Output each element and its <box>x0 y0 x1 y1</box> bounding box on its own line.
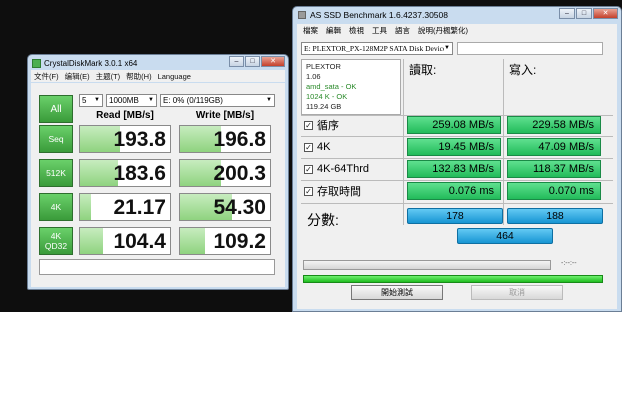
close-button[interactable]: ✕ <box>261 56 285 67</box>
drive-firmware: 1.06 <box>306 72 321 81</box>
size-select[interactable]: 1000MB ▼ <box>106 94 157 107</box>
4k-qd32-button[interactable]: 4K QD32 <box>39 227 73 255</box>
drive-secondary-field[interactable] <box>457 42 603 55</box>
asd-title-text: AS SSD Benchmark 1.6.4237.30508 <box>310 10 448 20</box>
4k64-read-result: 132.83 MB/s <box>407 160 501 178</box>
cdm-title-bar[interactable]: CrystalDiskMark 3.0.1 x64 <box>32 57 212 69</box>
menu-help[interactable]: 帮助(H) <box>126 71 151 82</box>
runs-select[interactable]: 5 ▼ <box>79 94 103 107</box>
column-divider <box>503 59 504 225</box>
4k-write-result: 47.09 MB/s <box>507 138 601 156</box>
asd-menu-bar: 檔案 編輯 檢視 工具 語言 說明(丹楓繁化) <box>297 24 617 37</box>
score-label: 分數: <box>307 212 339 228</box>
close-button[interactable]: ✕ <box>593 8 618 19</box>
asd-title-bar[interactable]: AS SSD Benchmark 1.6.4237.30508 <box>298 10 448 20</box>
test-progress-bar <box>303 260 551 270</box>
elapsed-time: -:--:-- <box>561 260 577 267</box>
chevron-down-icon: ▼ <box>94 97 100 103</box>
cdm-client-area: All 5 ▼ 1000MB ▼ E: 0% (0/119GB) ▼ Read [MB… <box>31 83 285 287</box>
asd-window-controls: – □ ✕ <box>559 8 618 19</box>
drive-info-panel: PLEXTOR 1.06 amd_sata - OK 1024 K - OK 1… <box>301 59 401 115</box>
drive-select[interactable]: E: PLEXTOR_PX-128M2P SATA Disk Device ▼ <box>301 42 453 55</box>
drive-size: 119.24 GB <box>306 102 342 111</box>
chevron-down-icon: ▼ <box>266 97 272 103</box>
seq-read-result: 259.08 MB/s <box>407 116 501 134</box>
all-button[interactable]: All <box>39 95 73 123</box>
score-write: 188 <box>507 208 603 224</box>
test-access-label[interactable]: ✓ 存取時間 <box>301 181 401 201</box>
512k-write-value: 200.3 <box>179 159 271 187</box>
start-button[interactable]: 開始測試 <box>351 285 443 300</box>
512k-read-value: 183.6 <box>79 159 171 187</box>
alignment-status: 1024 K - OK <box>306 92 348 101</box>
desktop-edge <box>622 0 640 312</box>
checkbox-checked-icon[interactable]: ✓ <box>304 186 313 196</box>
seq-write-result: 229.58 MB/s <box>507 116 601 134</box>
access-read-result: 0.076 ms <box>407 182 501 200</box>
cdm-menu-bar: 文件(F) 编辑(E) 主题(T) 帮助(H) Language <box>31 70 285 82</box>
row-divider <box>301 203 613 204</box>
chevron-down-icon: ▼ <box>444 43 450 54</box>
overall-progress-bar <box>303 275 603 283</box>
score-read: 178 <box>407 208 503 224</box>
4k-qd32-read-value: 104.4 <box>79 227 171 255</box>
checkbox-checked-icon[interactable]: ✓ <box>304 142 313 152</box>
menu-language[interactable]: 語言 <box>395 25 410 36</box>
4k-qd32-write-value: 109.2 <box>179 227 271 255</box>
as-ssd-window: AS SSD Benchmark 1.6.4237.30508 – □ ✕ 檔案… <box>292 6 622 312</box>
menu-file[interactable]: 檔案 <box>303 25 318 36</box>
menu-file[interactable]: 文件(F) <box>34 71 59 82</box>
cdm-window-controls: – □ ✕ <box>229 56 285 67</box>
cdm-app-icon <box>32 58 41 68</box>
access-write-result: 0.070 ms <box>507 182 601 200</box>
menu-language[interactable]: Language <box>158 72 191 81</box>
asd-app-icon <box>298 11 306 19</box>
menu-view[interactable]: 檢視 <box>349 25 364 36</box>
menu-tools[interactable]: 工具 <box>372 25 387 36</box>
test-4k-label[interactable]: ✓ 4K <box>301 137 401 157</box>
maximize-button[interactable]: □ <box>245 56 260 67</box>
menu-theme[interactable]: 主题(T) <box>96 71 121 82</box>
menu-help[interactable]: 說明(丹楓繁化) <box>418 25 468 36</box>
checkbox-checked-icon[interactable]: ✓ <box>304 164 313 174</box>
read-header: Read [MB/s] <box>96 110 154 121</box>
4k-write-value: 54.30 <box>179 193 271 221</box>
column-divider <box>403 59 404 225</box>
chevron-down-icon: ▼ <box>148 97 154 103</box>
test-4k64-label[interactable]: ✓ 4K-64Thrd <box>301 159 401 179</box>
checkbox-checked-icon[interactable]: ✓ <box>304 120 313 130</box>
asd-client-area: E: PLEXTOR_PX-128M2P SATA Disk Device ▼ P… <box>297 37 617 309</box>
read-header: 讀取: <box>409 63 437 77</box>
menu-edit[interactable]: 编辑(E) <box>65 71 90 82</box>
score-total: 464 <box>457 228 553 244</box>
4k-read-value: 21.17 <box>79 193 171 221</box>
minimize-button[interactable]: – <box>229 56 244 67</box>
4k64-write-result: 118.37 MB/s <box>507 160 601 178</box>
512k-button[interactable]: 512K <box>39 159 73 187</box>
drive-select[interactable]: E: 0% (0/119GB) ▼ <box>160 94 275 107</box>
4k-read-result: 19.45 MB/s <box>407 138 501 156</box>
cancel-button[interactable]: 取消 <box>471 285 563 300</box>
driver-status: amd_sata - OK <box>306 82 357 91</box>
cdm-title-text: CrystalDiskMark 3.0.1 x64 <box>44 58 138 68</box>
seq-write-value: 196.8 <box>179 125 271 153</box>
maximize-button[interactable]: □ <box>576 8 592 19</box>
test-seq-label[interactable]: ✓ 循序 <box>301 115 401 135</box>
comment-field[interactable] <box>39 259 275 275</box>
menu-edit[interactable]: 編輯 <box>326 25 341 36</box>
seq-button[interactable]: Seq <box>39 125 73 153</box>
write-header: 寫入: <box>509 63 537 77</box>
seq-read-value: 193.8 <box>79 125 171 153</box>
crystaldiskmark-window: CrystalDiskMark 3.0.1 x64 – □ ✕ 文件(F) 编辑… <box>27 54 289 290</box>
minimize-button[interactable]: – <box>559 8 575 19</box>
write-header: Write [MB/s] <box>195 110 255 121</box>
drive-model: PLEXTOR <box>306 62 341 71</box>
4k-button[interactable]: 4K <box>39 193 73 221</box>
